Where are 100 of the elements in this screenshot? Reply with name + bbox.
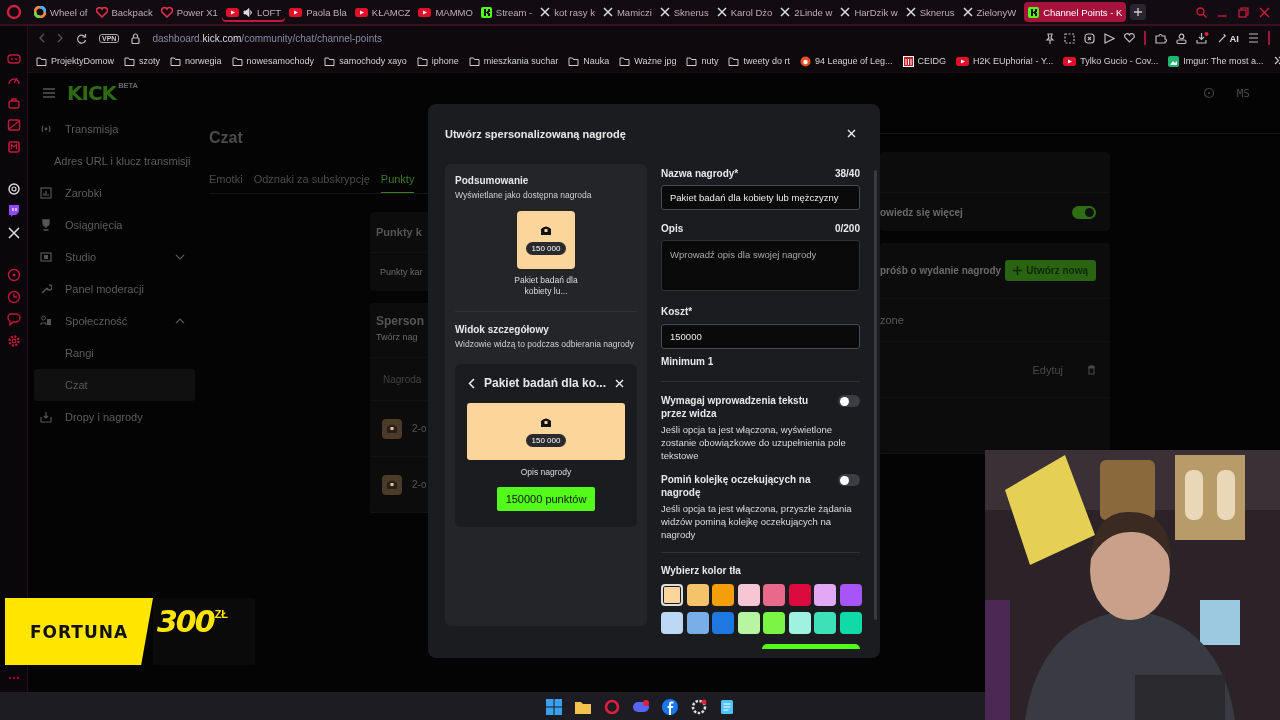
restore-icon[interactable] bbox=[1238, 6, 1249, 18]
search-icon[interactable] bbox=[1196, 6, 1207, 18]
learn-more-link[interactable]: owiedz się więcej bbox=[880, 206, 963, 218]
bookmark[interactable]: Imgur: The most a... bbox=[1168, 55, 1264, 67]
browser-tab[interactable]: Mamiczi bbox=[598, 2, 656, 22]
notepad-icon[interactable] bbox=[720, 699, 734, 715]
save-button[interactable] bbox=[762, 643, 860, 649]
browser-tab[interactable]: Stream - bbox=[476, 2, 537, 22]
bookmark[interactable]: CEIDG bbox=[902, 55, 947, 67]
redeem-button[interactable]: 150000 punktów bbox=[496, 487, 596, 511]
ai-button[interactable]: AI bbox=[1217, 32, 1239, 44]
color-swatch[interactable] bbox=[686, 611, 709, 634]
ring-icon[interactable] bbox=[6, 4, 22, 20]
user-icon[interactable] bbox=[1175, 32, 1187, 44]
heart-icon[interactable] bbox=[1123, 33, 1135, 43]
send-icon[interactable] bbox=[1103, 32, 1115, 44]
browser-tab[interactable]: ZielonyW bbox=[958, 2, 1021, 22]
chat-bubble-icon[interactable] bbox=[6, 204, 21, 218]
color-swatch[interactable] bbox=[839, 584, 862, 606]
ring-icon[interactable] bbox=[604, 699, 620, 715]
bookmark[interactable]: Tylko Gucio - Cov... bbox=[1063, 56, 1159, 66]
controller-icon[interactable] bbox=[6, 52, 21, 66]
name-field[interactable]: Pakiet badań dla kobiety lub mężczyzny bbox=[661, 185, 860, 210]
url-text[interactable]: dashboard.kick.com/community/chat/channel-points bbox=[152, 32, 382, 44]
x-icon[interactable] bbox=[6, 226, 21, 240]
browser-tab[interactable]: KŁAMCZ bbox=[350, 2, 415, 22]
bookmark[interactable]: mieszkania suchar bbox=[468, 56, 559, 66]
new-tab-button[interactable] bbox=[1130, 4, 1147, 20]
game-controller-icon[interactable] bbox=[633, 700, 649, 714]
bookmark[interactable]: szoty bbox=[124, 56, 161, 66]
cost-field[interactable]: 150000 bbox=[661, 324, 860, 349]
scrollbar[interactable] bbox=[874, 170, 877, 620]
browser-tab[interactable]: Backpack bbox=[91, 2, 157, 22]
browser-tab[interactable]: LOFT bbox=[221, 2, 286, 22]
browser-tab[interactable]: Power X1 bbox=[156, 2, 222, 22]
chevron-up-icon[interactable] bbox=[175, 318, 185, 324]
double-chevron-icon[interactable] bbox=[1273, 55, 1280, 65]
browser-tab[interactable]: Sknerus bbox=[901, 2, 959, 22]
browser-tab[interactable]: Wheel of bbox=[30, 2, 92, 22]
browser-tab[interactable]: MAMMO bbox=[414, 2, 477, 22]
color-swatch[interactable] bbox=[737, 611, 760, 634]
browser-tab[interactable]: 2Linde w bbox=[776, 2, 837, 22]
color-swatch[interactable] bbox=[814, 584, 836, 606]
blocker-icon[interactable] bbox=[1083, 32, 1095, 44]
forward-icon[interactable] bbox=[57, 33, 64, 43]
folder-icon[interactable] bbox=[575, 700, 591, 714]
description-field[interactable]: Wprowadź opis dla swojej nagrody bbox=[661, 240, 860, 291]
toggle-switch[interactable] bbox=[1072, 205, 1096, 219]
more-icon[interactable] bbox=[7, 676, 20, 680]
browser-tab[interactable]: Sknerus bbox=[655, 2, 713, 22]
reload-icon[interactable] bbox=[76, 32, 87, 44]
circle-icon bbox=[800, 55, 811, 67]
bubble-icon[interactable] bbox=[6, 312, 21, 326]
color-swatch[interactable] bbox=[661, 584, 683, 606]
play-button-icon bbox=[354, 7, 368, 17]
color-swatch[interactable] bbox=[763, 611, 785, 634]
bookmark[interactable]: 94 League of Leg... bbox=[800, 55, 893, 67]
color-swatch[interactable] bbox=[763, 584, 785, 606]
toggle-switch[interactable] bbox=[838, 395, 860, 407]
pin-icon[interactable] bbox=[1044, 32, 1055, 44]
color-swatch[interactable] bbox=[686, 584, 709, 606]
bookmark[interactable]: H2K EUphoria! - Y... bbox=[956, 56, 1054, 66]
ad-banner[interactable]: FORTUNA bbox=[5, 598, 153, 665]
color-swatch[interactable] bbox=[788, 584, 811, 606]
bag-icon[interactable] bbox=[6, 96, 21, 110]
color-swatch[interactable] bbox=[788, 611, 811, 634]
toggle-label: Pomiń kolejkę oczekujących na nagrodę bbox=[661, 473, 812, 499]
browser-tab[interactable]: kot rasy k bbox=[536, 2, 599, 22]
bookmark[interactable]: nuty bbox=[686, 56, 719, 66]
bookmark[interactable]: iphone bbox=[416, 56, 459, 66]
bookmark[interactable]: norwegia bbox=[170, 56, 222, 66]
folder-icon bbox=[468, 56, 480, 66]
play-circle-icon[interactable] bbox=[6, 268, 21, 282]
browser-tab[interactable]: HarDzik w bbox=[836, 2, 902, 22]
color-swatch[interactable] bbox=[712, 584, 734, 606]
color-swatch[interactable] bbox=[661, 611, 683, 634]
circle-icon[interactable] bbox=[662, 699, 678, 715]
download-icon[interactable] bbox=[1195, 32, 1209, 44]
bookmark[interactable]: Nauka bbox=[568, 56, 610, 66]
page-tab[interactable]: Punkty bbox=[380, 173, 415, 193]
browser-tab[interactable]: Paola Bla bbox=[285, 2, 351, 22]
bookmark[interactable]: nowesamochody bbox=[231, 56, 315, 66]
color-swatch[interactable] bbox=[737, 584, 760, 606]
bookmark[interactable]: ProjektyDomow bbox=[36, 56, 115, 66]
image-icon[interactable] bbox=[6, 118, 21, 132]
browser-tab[interactable]: Karol Dżo bbox=[712, 2, 777, 22]
toggle-switch[interactable] bbox=[838, 474, 860, 486]
browser-tab[interactable]: Channel Points - K bbox=[1024, 2, 1127, 22]
bookmark[interactable]: tweety do rt bbox=[728, 56, 790, 66]
color-swatch[interactable] bbox=[839, 611, 862, 634]
clock-icon[interactable] bbox=[6, 290, 21, 304]
square-icon[interactable] bbox=[6, 140, 21, 154]
chevron-down-icon[interactable] bbox=[175, 254, 185, 260]
menu-icon[interactable] bbox=[1248, 33, 1259, 43]
color-swatch[interactable] bbox=[814, 611, 836, 634]
start-icon[interactable] bbox=[546, 699, 562, 715]
bookmark[interactable]: samochody xayo bbox=[324, 56, 407, 66]
color-swatch[interactable] bbox=[712, 611, 734, 634]
bookmark[interactable]: Ważne jpg bbox=[619, 56, 677, 66]
snapshot-icon[interactable] bbox=[1063, 32, 1075, 44]
